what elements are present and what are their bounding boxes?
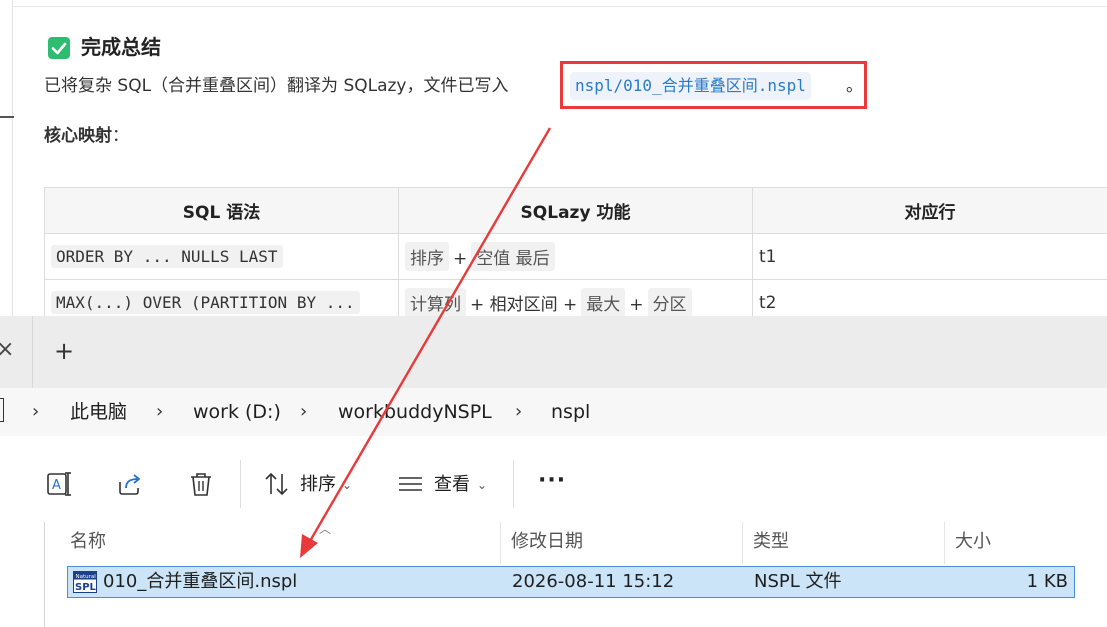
divider <box>240 460 241 508</box>
breadcrumb-folder[interactable]: workbuddyNSPL <box>338 400 492 424</box>
divider <box>0 116 14 118</box>
keyword-pill: 计算列 <box>405 288 466 316</box>
divider <box>14 6 1107 7</box>
column-header: 对应行 <box>752 187 1107 234</box>
keyword-pill: 分区 <box>647 288 692 316</box>
file-size: 1 KB <box>1026 571 1068 592</box>
icon-badge-top: Natural <box>76 574 97 580</box>
breadcrumb-this-pc[interactable]: 此电脑 <box>70 400 127 424</box>
mapping-subheading-colon: ： <box>112 126 129 146</box>
sort-icon[interactable] <box>262 469 292 499</box>
nav-button-fragment[interactable] <box>0 398 4 422</box>
line-cell: t1 <box>752 233 1107 280</box>
sql-cell: MAX(...) OVER (PARTITION BY ... <box>44 279 399 316</box>
line-cell: t2 <box>752 279 1107 316</box>
keyword-pill: 空值 最后 <box>471 242 555 271</box>
close-tab-icon[interactable]: × <box>0 336 14 364</box>
icon-badge-bottom: SPL <box>75 582 97 593</box>
chevron-right-icon: › <box>32 401 40 422</box>
chat-panel: 完成总结 已将复杂 SQL（合并重叠区间）翻译为 SQLazy，文件已写入 ns… <box>0 0 1107 316</box>
mapping-table: SQL 语法 SQLazy 功能 对应行 ORDER BY ... NULLS … <box>44 187 1107 316</box>
column-divider[interactable] <box>742 522 743 564</box>
file-name: 010_合并重叠区间.nspl <box>103 571 298 592</box>
check-icon <box>48 37 70 59</box>
column-divider[interactable] <box>500 522 501 564</box>
svg-text:A: A <box>52 478 61 493</box>
breadcrumb-current[interactable]: nspl <box>551 400 590 424</box>
new-tab-button[interactable]: + <box>54 336 74 366</box>
table-row: MAX(...) OVER (PARTITION BY ... 计算列 + 相对区… <box>44 279 1107 316</box>
file-row-selected[interactable]: Natural SPL 010_合并重叠区间.nspl 2026-08-11 1… <box>67 566 1075 598</box>
more-icon[interactable]: ··· <box>538 468 566 493</box>
mapping-subheading: 核心映射： <box>44 124 129 148</box>
sql-code: ORDER BY ... NULLS LAST <box>51 245 283 268</box>
table-row: ORDER BY ... NULLS LAST 排序 + 空值 最后 t1 <box>44 233 1107 280</box>
chevron-right-icon: › <box>300 401 308 422</box>
left-rail <box>0 0 13 316</box>
chevron-right-icon: › <box>156 401 164 422</box>
command-bar: A 排序 ⌄ 查看 ⌄ ··· <box>0 446 1107 522</box>
column-header-row: ︿ 名称 修改日期 类型 大小 <box>44 522 1107 564</box>
column-header-type[interactable]: 类型 <box>753 530 789 554</box>
rename-icon[interactable]: A <box>44 469 74 499</box>
sort-button[interactable]: 排序 <box>300 472 336 498</box>
tab-bar: × + <box>0 316 1107 388</box>
mapping-subheading-text: 核心映射 <box>44 126 112 146</box>
column-divider[interactable] <box>944 522 945 564</box>
column-header: SQLazy 功能 <box>398 187 753 234</box>
plus-sign: + <box>453 249 468 269</box>
highlight-box <box>560 61 867 109</box>
breadcrumb-drive[interactable]: work (D:) <box>193 400 281 424</box>
address-bar[interactable]: › 此电脑 › work (D:) › workbuddyNSPL › nspl <box>0 388 1107 436</box>
column-header-size[interactable]: 大小 <box>955 530 991 554</box>
delete-icon[interactable] <box>186 469 216 499</box>
view-button[interactable]: 查看 <box>434 472 470 498</box>
column-header-name[interactable]: 名称 <box>70 530 106 554</box>
plus-sign: + 相对区间 + <box>470 295 578 315</box>
column-header: SQL 语法 <box>44 187 399 234</box>
sort-indicator-icon: ︿ <box>319 522 332 536</box>
column-header-modified[interactable]: 修改日期 <box>511 530 583 554</box>
keyword-pill: 排序 <box>405 242 449 271</box>
divider <box>32 316 33 388</box>
file-type: NSPL 文件 <box>754 571 842 592</box>
file-modified: 2026-08-11 15:12 <box>512 571 675 592</box>
chevron-down-icon[interactable]: ⌄ <box>477 472 487 498</box>
chevron-down-icon[interactable]: ⌄ <box>342 472 352 498</box>
table-header-row: SQL 语法 SQLazy 功能 对应行 <box>44 187 1107 234</box>
chevron-right-icon: › <box>515 401 523 422</box>
feature-cell: 计算列 + 相对区间 + 最大 + 分区 <box>398 279 753 316</box>
nspl-file-icon: Natural SPL <box>73 571 97 593</box>
sql-code: MAX(...) OVER (PARTITION BY ... <box>51 291 360 314</box>
sql-cell: ORDER BY ... NULLS LAST <box>44 233 399 280</box>
keyword-pill: 最大 <box>581 288 626 316</box>
divider <box>513 460 514 508</box>
view-icon[interactable] <box>396 469 426 499</box>
plus-sign: + <box>629 295 644 315</box>
summary-heading: 完成总结 <box>81 35 161 59</box>
share-icon[interactable] <box>115 469 145 499</box>
file-explorer-window: × + › 此电脑 › work (D:) › workbuddyNSPL › … <box>0 316 1107 627</box>
summary-text: 已将复杂 SQL（合并重叠区间）翻译为 SQLazy，文件已写入 <box>44 76 509 96</box>
feature-cell: 排序 + 空值 最后 <box>398 233 753 280</box>
